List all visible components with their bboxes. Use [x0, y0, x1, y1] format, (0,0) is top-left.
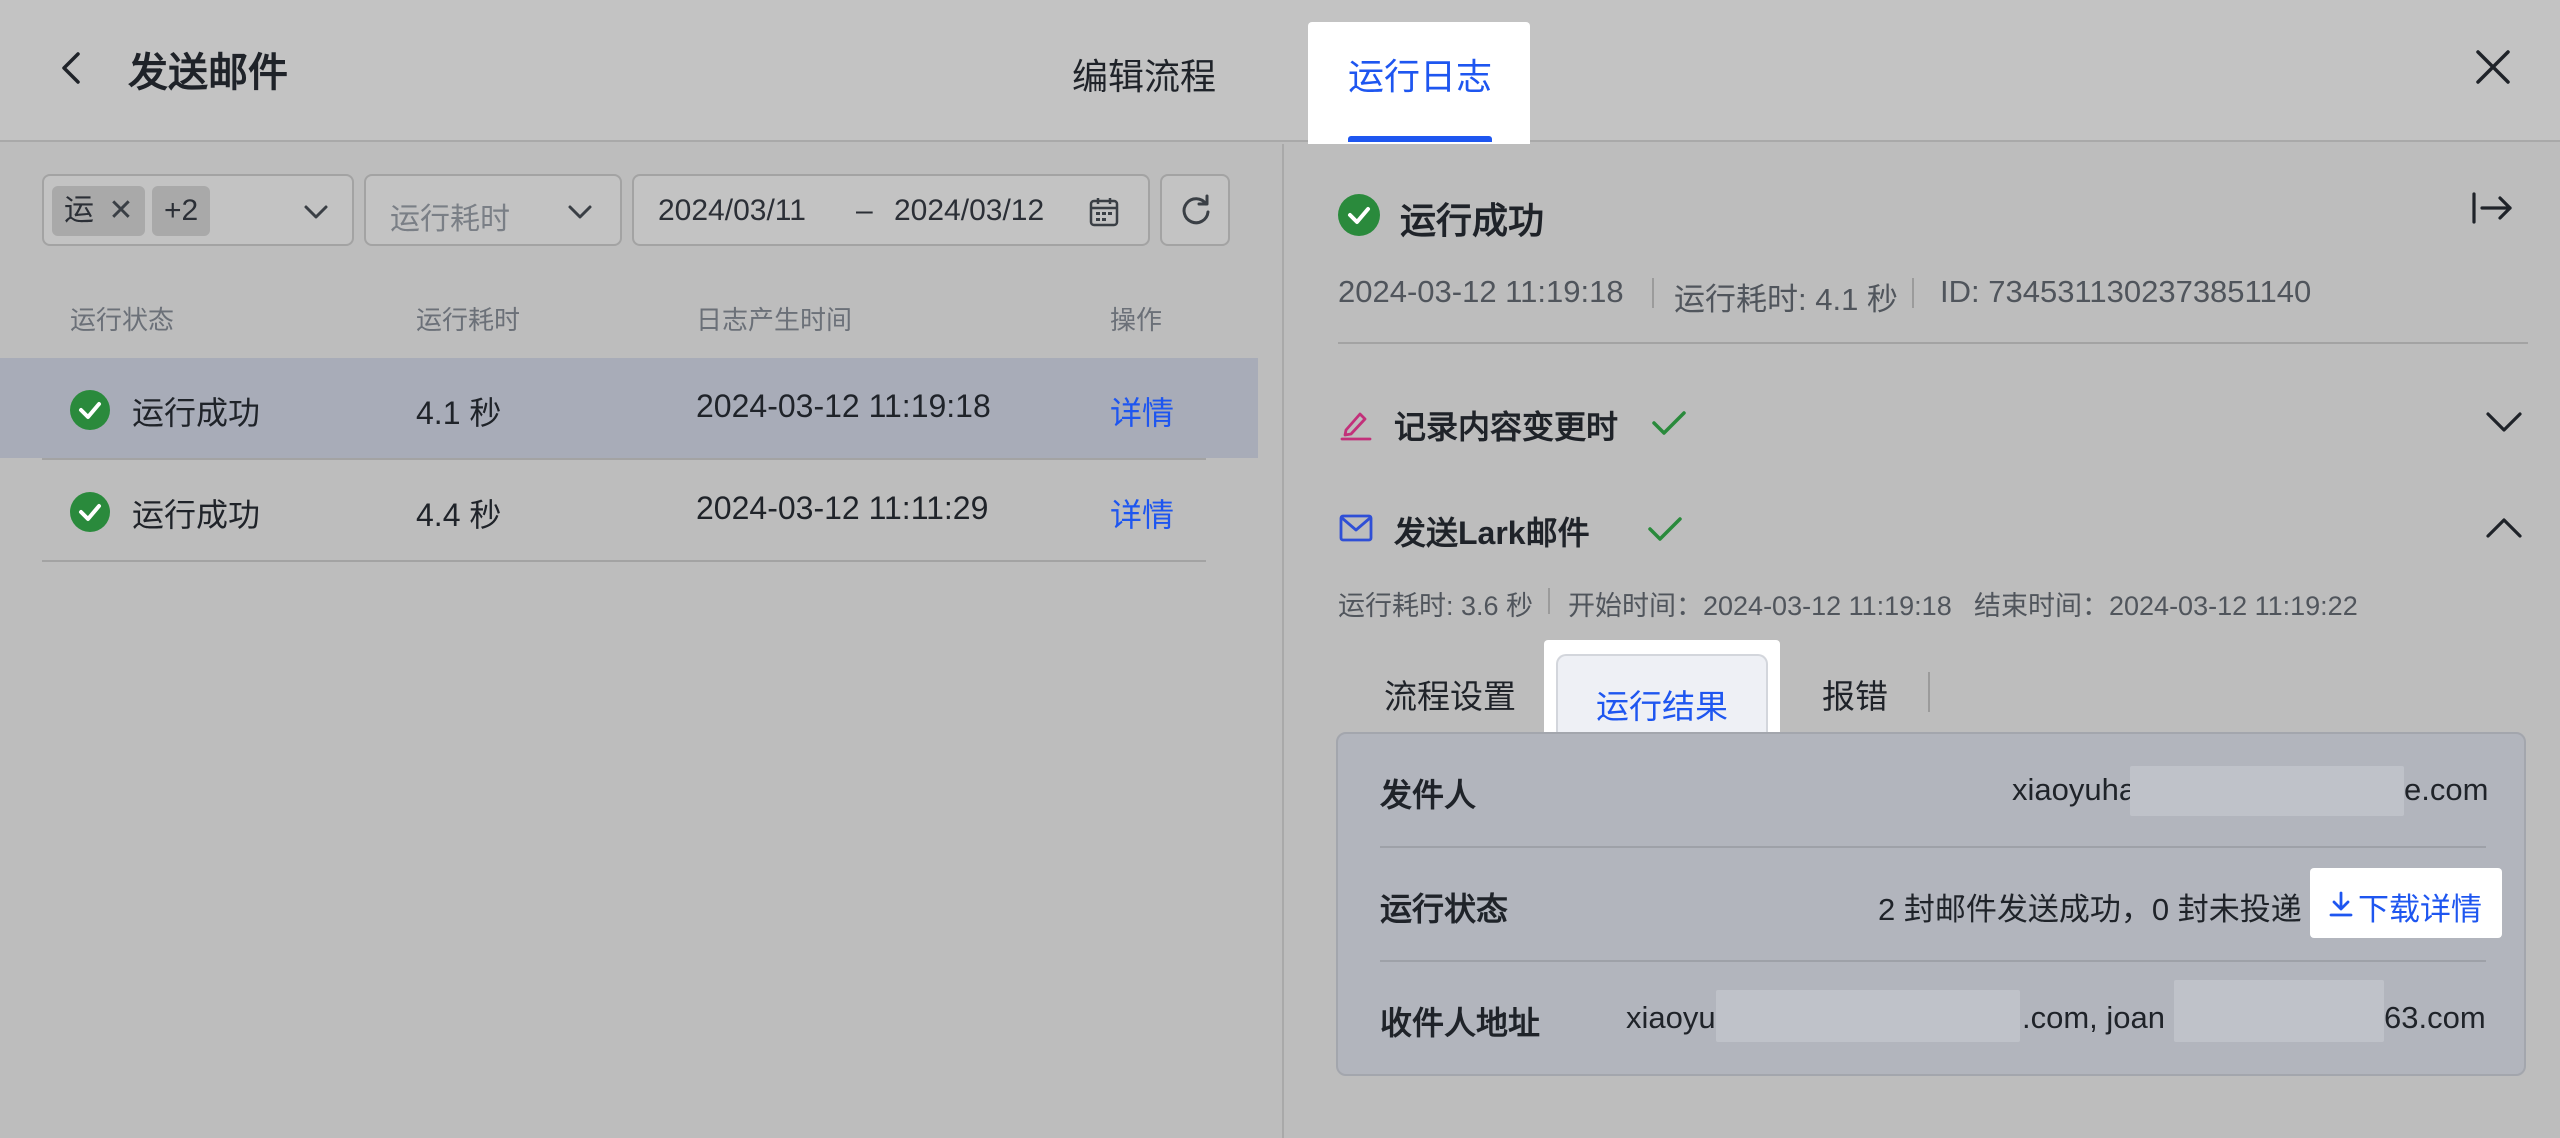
detail-duration: 运行耗时: 4.1 秒 [1674, 282, 1898, 317]
row-status: 运行成功 [132, 497, 261, 533]
run-state-label: 运行状态 [1380, 891, 1509, 927]
row-divider [42, 560, 1206, 562]
row-duration: 4.1 秒 [416, 395, 502, 431]
step-end-time: 结束时间：2024-03-12 11:19:22 [1974, 591, 2358, 621]
active-tab-indicator [1348, 136, 1492, 142]
column-header-status: 运行状态 [70, 305, 175, 335]
column-header-action: 操作 [1110, 305, 1163, 335]
column-header-duration: 运行耗时 [416, 305, 521, 335]
chevron-down-icon [304, 205, 328, 219]
download-details-label: 下载详情 [2358, 892, 2482, 927]
chevron-down-icon [568, 205, 592, 219]
success-check-icon [70, 390, 110, 430]
row-details-link[interactable]: 详情 [1110, 490, 1174, 536]
status-chip-label: 运 [64, 194, 94, 227]
sender-value-prefix: xiaoyuha [2012, 772, 2137, 807]
detail-id: ID: 7345311302373851140 [1940, 274, 2312, 309]
meta-separator [1912, 278, 1914, 308]
row-time: 2024-03-12 11:11:29 [696, 490, 989, 526]
download-details-button[interactable]: 下载详情 [2310, 868, 2502, 938]
download-icon [2329, 891, 2353, 917]
header: 发送邮件 编辑流程 运行日志 [0, 0, 2560, 156]
check-icon [1648, 517, 1682, 541]
subtab-errors[interactable]: 报错 [1822, 670, 1888, 718]
tab-edit-flow[interactable]: 编辑流程 [1072, 48, 1216, 100]
step-label: 记录内容变更时 [1394, 409, 1619, 445]
meta-separator [1548, 588, 1550, 614]
redacted-mask [2174, 980, 2384, 1042]
success-check-icon [70, 492, 110, 532]
row-divider [1380, 960, 2486, 962]
meta-separator [1652, 278, 1654, 308]
subtab-run-result-label: 运行结果 [1596, 688, 1728, 725]
back-arrow-icon[interactable] [52, 44, 92, 92]
recipient-a-suffix: .com, joan [2022, 1000, 2166, 1035]
calendar-icon [1089, 198, 1119, 227]
tab-run-log-label: 运行日志 [1348, 56, 1493, 97]
mail-icon [1339, 514, 1373, 542]
step-duration: 运行耗时: 3.6 秒 [1338, 591, 1534, 621]
date-to: 2024/03/12 [894, 194, 1045, 227]
subtab-flow-settings[interactable]: 流程设置 [1384, 670, 1516, 718]
row-duration: 4.4 秒 [416, 497, 502, 533]
row-status: 运行成功 [132, 395, 261, 431]
chevron-up-icon[interactable] [2484, 516, 2524, 540]
recipient-label: 收件人地址 [1380, 1005, 1541, 1041]
tab-run-log[interactable]: 运行日志 [1308, 22, 1530, 156]
duration-filter-select[interactable]: 运行耗时 [364, 174, 622, 246]
status-filter-more-chip: +2 [152, 186, 211, 236]
detail-divider [1338, 342, 2528, 344]
refresh-icon [1182, 194, 1210, 225]
redacted-mask [1716, 990, 2020, 1042]
step-send-lark-mail[interactable]: 发送Lark邮件 [1338, 500, 2528, 560]
row-divider [1380, 846, 2486, 848]
row-details-link[interactable]: 详情 [1110, 388, 1174, 434]
chip-remove-icon[interactable]: ✕ [108, 194, 133, 227]
sender-label: 发件人 [1380, 777, 1477, 813]
close-icon[interactable] [2470, 44, 2516, 90]
edit-icon [1340, 412, 1372, 441]
step-record-change[interactable]: 记录内容变更时 [1338, 394, 2528, 454]
collapse-panel-icon[interactable] [2470, 190, 2514, 226]
log-list-panel: 运 ✕ +2 运行耗时 2024/03/11 – 2024/03/12 运行状态… [0, 144, 1282, 1138]
success-check-icon [1338, 194, 1380, 236]
step-label: 发送Lark邮件 [1394, 515, 1590, 551]
page-title: 发送邮件 [128, 51, 288, 95]
status-filter-select[interactable]: 运 ✕ +2 [42, 174, 354, 246]
run-state-value: 2 封邮件发送成功，0 封未投递 [1878, 892, 2302, 927]
recipient-a-prefix: xiaoyu [1626, 1000, 1716, 1035]
table-row[interactable]: 运行成功 4.1 秒 2024-03-12 11:19:18 详情 [0, 358, 1258, 458]
detail-status: 运行成功 [1400, 200, 1545, 241]
recipient-b-suffix: 63.com [2384, 1000, 2486, 1035]
date-from: 2024/03/11 [658, 194, 806, 227]
redacted-mask [2130, 766, 2404, 816]
chevron-down-icon[interactable] [2484, 410, 2524, 434]
status-filter-chip[interactable]: 运 ✕ [52, 186, 146, 236]
date-separator: – [856, 194, 873, 227]
subtab-separator [1928, 672, 1930, 712]
column-header-time: 日志产生时间 [696, 305, 853, 335]
step-start-time: 开始时间：2024-03-12 11:19:18 [1568, 591, 1952, 621]
date-range-picker[interactable]: 2024/03/11 – 2024/03/12 [632, 174, 1150, 246]
check-icon [1652, 411, 1686, 435]
duration-filter-placeholder: 运行耗时 [390, 203, 510, 236]
sender-value-suffix: e.com [2404, 772, 2489, 807]
detail-time: 2024-03-12 11:19:18 [1338, 274, 1624, 309]
row-time: 2024-03-12 11:19:18 [696, 388, 991, 424]
table-row[interactable]: 运行成功 4.4 秒 2024-03-12 11:11:29 详情 [0, 460, 1258, 560]
refresh-button[interactable] [1160, 174, 1230, 246]
